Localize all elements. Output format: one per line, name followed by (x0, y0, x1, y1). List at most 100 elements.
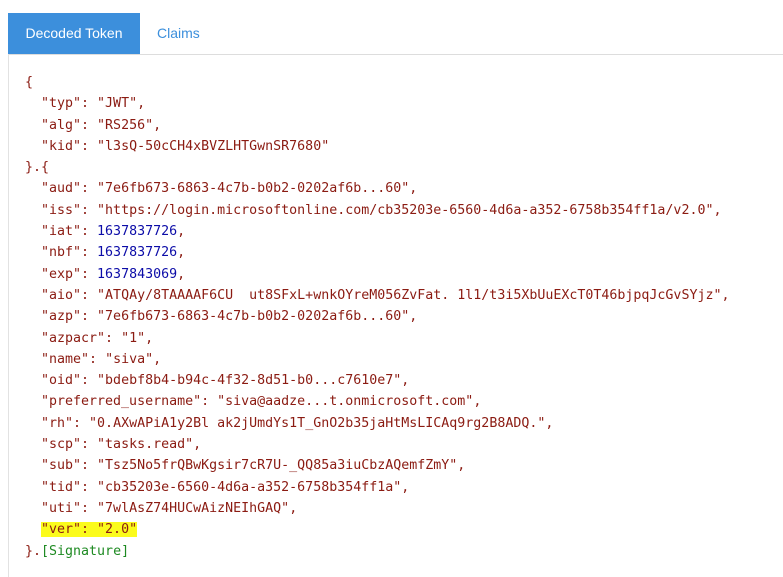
payload-claim-line: "aud": "7e6fb673-6863-4c7b-b0b2-0202af6b… (25, 178, 729, 199)
colon: : (81, 437, 98, 453)
payload-claim-line: "sub": "Tsz5No5frQBwKgsir7cR7U-_QQ85a3iu… (25, 455, 729, 476)
claim-key: "tid" (41, 479, 82, 495)
payload-claim: "uti": "7wlAsZ74HUCwAizNEIhGAQ" (41, 501, 289, 516)
header-claim: "kid": "l3sQ-50cCH4xBVZLHTGwnSR7680" (41, 139, 329, 154)
decoded-token-panel: {"typ": "JWT", "alg": "RS256", "kid": "l3s… (8, 54, 783, 577)
payload-claim-line: "name": "siva", (25, 349, 729, 370)
comma: , (145, 330, 154, 346)
claim-key: "aio" (41, 287, 82, 303)
comma: , (721, 287, 730, 303)
comma: , (713, 202, 722, 218)
colon: : (81, 522, 98, 538)
colon: : (81, 287, 98, 303)
payload-claim-line: "oid": "bdebf8b4-b94c-4f32-8d51-b0...c76… (25, 370, 729, 391)
payload-claim-line: "uti": "7wlAsZ74HUCwAizNEIhGAQ", (25, 498, 729, 519)
signature-label: [Signature] (41, 543, 130, 559)
close-brace: }. (25, 543, 42, 559)
payload-claim: "rh": "0.AXwAPiA1y2Bl ak2jUmdYs1T_GnO2b3… (41, 416, 545, 431)
claim-value: "7e6fb673-6863-4c7b-b0b2-0202af6b...60" (97, 309, 410, 325)
tab-decoded-token[interactable]: Decoded Token (8, 13, 140, 54)
tab-claims[interactable]: Claims (157, 13, 200, 54)
payload-claim: "name": "siva" (41, 352, 153, 367)
claim-key: "scp" (41, 437, 82, 453)
colon: : (105, 330, 122, 346)
claim-key: "nbf" (41, 245, 82, 261)
claim-key: "azp" (41, 309, 82, 325)
brace-separator: }.{ (25, 160, 50, 176)
payload-claim: "aud": "7e6fb673-6863-4c7b-b0b2-0202af6b… (41, 181, 409, 196)
comma: , (153, 117, 162, 133)
claim-key: "alg" (41, 117, 82, 133)
claim-key: "aud" (41, 181, 82, 197)
claim-key: "sub" (41, 458, 82, 474)
payload-claim-line: "iss": "https://login.microsoftonline.co… (25, 200, 729, 221)
payload-claim: "azp": "7e6fb673-6863-4c7b-b0b2-0202af6b… (41, 309, 409, 324)
comma: , (137, 96, 146, 112)
comma: , (177, 266, 186, 282)
colon: : (81, 373, 98, 389)
header-claim: "alg": "RS256" (41, 118, 153, 133)
claim-value: "RS256" (97, 117, 154, 133)
comma: , (289, 500, 298, 516)
colon: : (201, 394, 218, 410)
comma: , (409, 181, 418, 197)
header-claim-line: "kid": "l3sQ-50cCH4xBVZLHTGwnSR7680" (25, 136, 729, 157)
claim-value: "bdebf8b4-b94c-4f32-8d51-b0...c7610e7" (97, 373, 402, 389)
colon: : (73, 415, 90, 431)
claim-key: "ver" (41, 522, 82, 538)
payload-claim: "aio": "ATQAy/8TAAAAF6CU ut8SFxL+wnkOYre… (41, 288, 721, 303)
claim-value: "1" (121, 330, 146, 346)
claim-key: "azpacr" (41, 330, 106, 346)
payload-claim: "sub": "Tsz5No5frQBwKgsir7cR7U-_QQ85a3iu… (41, 458, 457, 473)
claim-key: "name" (41, 351, 90, 367)
claim-value: "https://login.microsoftonline.com/cb352… (97, 202, 714, 218)
header-open-brace: { (25, 72, 729, 93)
claim-value: "7e6fb673-6863-4c7b-b0b2-0202af6b...60" (97, 181, 410, 197)
claim-value: "l3sQ-50cCH4xBVZLHTGwnSR7680" (97, 138, 330, 154)
header-claim-line: "alg": "RS256", (25, 115, 729, 136)
claim-key: "exp" (41, 266, 82, 282)
colon: : (81, 117, 98, 133)
comma: , (177, 224, 186, 240)
token-code-block: {"typ": "JWT", "alg": "RS256", "kid": "l3s… (25, 72, 729, 562)
payload-claim: "preferred_username": "siva@aadze...t.on… (41, 394, 473, 409)
payload-claim: "oid": "bdebf8b4-b94c-4f32-8d51-b0...c76… (41, 373, 401, 388)
tab-bar: Decoded Token Claims (8, 13, 783, 55)
claim-value: "cb35203e-6560-4d6a-a352-6758b354ff1a" (97, 479, 402, 495)
claim-key: "iat" (41, 224, 82, 240)
payload-claim: "tid": "cb35203e-6560-4d6a-a352-6758b354… (41, 480, 401, 495)
colon: : (81, 202, 98, 218)
claim-key: "kid" (41, 138, 82, 154)
payload-close: }.[Signature] (25, 541, 729, 562)
claim-value: "Tsz5No5frQBwKgsir7cR7U-_QQ85a3iuCbzAQem… (97, 458, 458, 474)
colon: : (81, 309, 98, 325)
claim-key: "rh" (41, 415, 74, 431)
claim-value: "2.0" (97, 522, 138, 538)
payload-claim-line: "iat": 1637837726, (25, 221, 729, 242)
payload-claim: "azpacr": "1" (41, 331, 145, 346)
claim-value: 1637843069 (97, 266, 178, 282)
colon: : (81, 245, 98, 261)
claim-value: "tasks.read" (97, 437, 194, 453)
claim-value: "siva@aadze...t.onmicrosoft.com" (217, 394, 474, 410)
claim-key: "typ" (41, 96, 82, 112)
payload-claim: "scp": "tasks.read" (41, 437, 193, 452)
claim-value: "JWT" (97, 96, 138, 112)
payload-claim-line: "azp": "7e6fb673-6863-4c7b-b0b2-0202af6b… (25, 306, 729, 327)
claim-value: 1637837726 (97, 245, 178, 261)
colon: : (81, 266, 98, 282)
colon: : (81, 181, 98, 197)
colon: : (81, 458, 98, 474)
comma: , (457, 458, 466, 474)
colon: : (81, 479, 98, 495)
header-claim: "typ": "JWT" (41, 96, 137, 111)
payload-claim: "iss": "https://login.microsoftonline.co… (41, 203, 713, 218)
comma: , (193, 437, 202, 453)
payload-claim-line: "scp": "tasks.read", (25, 434, 729, 455)
payload-claim-line: "azpacr": "1", (25, 328, 729, 349)
claim-value: "7wlAsZ74HUCwAizNEIhGAQ" (97, 500, 290, 516)
claim-key: "iss" (41, 202, 82, 218)
claim-key: "preferred_username" (41, 394, 202, 410)
colon: : (81, 138, 98, 154)
payload-claim-line: "ver": "2.0" (25, 519, 729, 540)
